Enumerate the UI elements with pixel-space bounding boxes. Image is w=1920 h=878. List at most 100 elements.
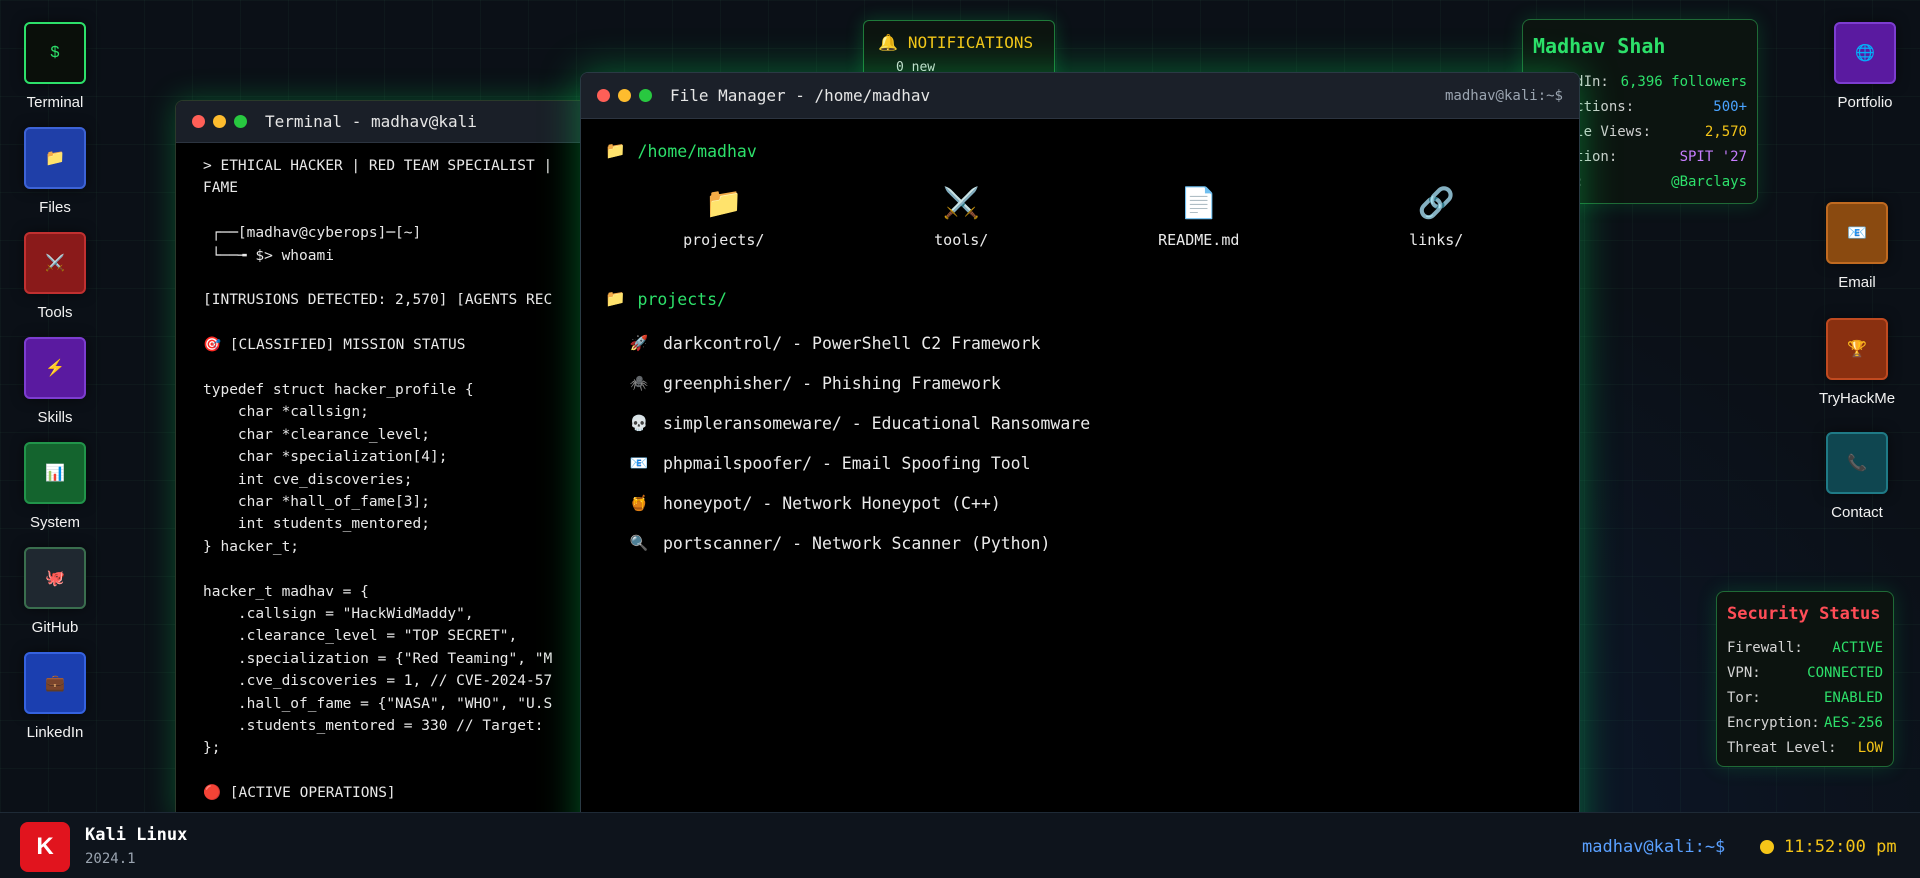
project-label: honeypot/ - Network Honeypot (C++) bbox=[663, 493, 1001, 513]
security-value: CONNECTED bbox=[1807, 665, 1883, 681]
profile-value: SPIT '27 bbox=[1679, 149, 1747, 165]
desktop-icon-github[interactable]: 🐙 GitHub bbox=[10, 547, 100, 636]
minimize-button[interactable] bbox=[618, 89, 631, 102]
profile-value: 6,396 followers bbox=[1620, 74, 1747, 90]
terminal-line: ┌──[madhav@cyberops]─[~] bbox=[203, 225, 422, 242]
file-item-label: README.md bbox=[1158, 231, 1240, 249]
desktop-icon-tools[interactable]: ⚔️ Tools bbox=[10, 232, 100, 321]
security-row: Tor: ENABLED bbox=[1727, 686, 1883, 711]
terminal-line: > ETHICAL HACKER | RED TEAM SPECIALIST | bbox=[203, 158, 553, 174]
terminal-line: 🔴 [ACTIVE OPERATIONS] bbox=[203, 785, 396, 802]
project-row[interactable]: 📧 phpmailspoofer/ - Email Spoofing Tool bbox=[605, 443, 1555, 483]
security-key: Firewall: bbox=[1727, 640, 1803, 656]
lightning-icon: ⚡ bbox=[24, 337, 86, 399]
email-icon: 📧 bbox=[629, 454, 649, 472]
terminal-line: char *clearance_level; bbox=[203, 426, 430, 443]
terminal-icon: $ bbox=[24, 22, 86, 84]
security-key: Tor: bbox=[1727, 690, 1761, 706]
project-label: portscanner/ - Network Scanner (Python) bbox=[663, 533, 1051, 553]
maximize-button[interactable] bbox=[639, 89, 652, 102]
file-item[interactable]: 🔗 links/ bbox=[1346, 183, 1526, 249]
security-value: ACTIVE bbox=[1832, 640, 1883, 656]
section-label: projects/ bbox=[637, 289, 727, 309]
github-icon: 🐙 bbox=[24, 547, 86, 609]
desktop-icon-label: Files bbox=[39, 199, 71, 216]
terminal-line: [INTRUSIONS DETECTED: 2,570] [AGENTS REC bbox=[203, 292, 553, 309]
file-item[interactable]: 📁 projects/ bbox=[634, 183, 814, 249]
security-title: Security Status bbox=[1727, 604, 1881, 624]
security-row: Encryption: AES-256 bbox=[1727, 711, 1883, 736]
desktop-icon-contact[interactable]: 📞 Contact bbox=[1812, 432, 1902, 521]
file-manager-title: File Manager - /home/madhav bbox=[670, 86, 931, 105]
terminal-line: FAME bbox=[203, 180, 238, 197]
terminal-line: .specialization = {"Red Teaming", "M bbox=[203, 650, 553, 667]
terminal-line: 🎯 [CLASSIFIED] MISSION STATUS bbox=[203, 337, 466, 354]
close-button[interactable] bbox=[192, 115, 205, 128]
terminal-titlebar[interactable]: Terminal - madhav@kali bbox=[176, 101, 594, 143]
trophy-icon: 🏆 bbox=[1826, 318, 1888, 380]
terminal-line: int students_mentored; bbox=[203, 516, 430, 533]
desktop-icon-files[interactable]: 📁 Files bbox=[10, 127, 100, 216]
terminal-window[interactable]: Terminal - madhav@kali > ETHICAL HACKER … bbox=[175, 100, 595, 820]
terminal-line: hacker_t madhav = { bbox=[203, 583, 369, 600]
taskbar: K Kali Linux 2024.1 madhav@kali:~$ 11:52… bbox=[0, 812, 1920, 878]
taskbar-prompt: madhav@kali:~$ bbox=[1582, 837, 1726, 857]
profile-value: @Barclays bbox=[1671, 174, 1747, 190]
security-value: ENABLED bbox=[1823, 690, 1883, 706]
chart-icon: 📊 bbox=[24, 442, 86, 504]
security-key: Threat Level: bbox=[1727, 740, 1837, 756]
file-item-label: tools/ bbox=[934, 231, 989, 249]
os-name: Kali Linux bbox=[85, 825, 188, 845]
section-header[interactable]: 📁 projects/ bbox=[605, 289, 1555, 309]
briefcase-icon: 💼 bbox=[24, 652, 86, 714]
desktop-icon-email[interactable]: 📧 Email bbox=[1812, 202, 1902, 291]
security-row: VPN: CONNECTED bbox=[1727, 661, 1883, 686]
desktop-icon-portfolio[interactable]: 🌐 Portfolio bbox=[1820, 22, 1910, 111]
desktop-icon-system[interactable]: 📊 System bbox=[10, 442, 100, 531]
close-button[interactable] bbox=[597, 89, 610, 102]
file-item[interactable]: 📄 README.md bbox=[1109, 183, 1289, 249]
desktop-icon-label: TryHackMe bbox=[1818, 390, 1896, 407]
project-row[interactable]: 🚀 darkcontrol/ - PowerShell C2 Framework bbox=[605, 323, 1555, 363]
project-row[interactable]: 🔍 portscanner/ - Network Scanner (Python) bbox=[605, 523, 1555, 563]
skull-icon: 💀 bbox=[629, 414, 649, 432]
desktop-icon-label: GitHub bbox=[31, 619, 79, 636]
desktop-icon-label: Terminal bbox=[26, 94, 84, 111]
terminal-line: .clearance_level = "TOP SECRET", bbox=[203, 628, 518, 645]
file-item[interactable]: ⚔️ tools/ bbox=[871, 183, 1051, 249]
desktop-icon-tryhackme[interactable]: 🏆 TryHackMe bbox=[1812, 318, 1902, 407]
folder-icon: 📁 bbox=[24, 127, 86, 189]
folder-icon: 📁 bbox=[605, 141, 626, 160]
project-row[interactable]: 🍯 honeypot/ - Network Honeypot (C++) bbox=[605, 483, 1555, 523]
desktop-icon-terminal[interactable]: $ Terminal bbox=[10, 22, 100, 111]
folder-icon: 📁 bbox=[605, 289, 626, 308]
document-icon: 📄 bbox=[1180, 186, 1218, 221]
clock-time: 11:52:00 pm bbox=[1784, 837, 1897, 857]
terminal-title: Terminal - madhav@kali bbox=[265, 112, 477, 131]
terminal-line: .cve_discoveries = 1, // CVE-2024-57 bbox=[203, 673, 553, 690]
desktop-icon-linkedin[interactable]: 💼 LinkedIn bbox=[10, 652, 100, 741]
minimize-button[interactable] bbox=[213, 115, 226, 128]
project-row[interactable]: 💀 simpleransomeware/ - Educational Ransom… bbox=[605, 403, 1555, 443]
file-manager-window[interactable]: File Manager - /home/madhav madhav@kali:… bbox=[580, 72, 1580, 867]
file-manager-titlebar[interactable]: File Manager - /home/madhav madhav@kali:… bbox=[581, 73, 1579, 119]
desktop-icon-skills[interactable]: ⚡ Skills bbox=[10, 337, 100, 426]
project-row[interactable]: 🕷️ greenphisher/ - Phishing Framework bbox=[605, 363, 1555, 403]
desktop-icon-label: LinkedIn bbox=[26, 724, 84, 741]
project-label: phpmailspoofer/ - Email Spoofing Tool bbox=[663, 453, 1031, 473]
maximize-button[interactable] bbox=[234, 115, 247, 128]
notifications-panel[interactable]: 🔔NOTIFICATIONS 0 new notifications bbox=[863, 20, 1055, 90]
spider-icon: 🕷️ bbox=[629, 374, 649, 392]
terminal-output[interactable]: > ETHICAL HACKER | RED TEAM SPECIALIST |… bbox=[176, 143, 594, 817]
current-path[interactable]: 📁 /home/madhav bbox=[605, 141, 1555, 161]
notifications-title: NOTIFICATIONS bbox=[907, 33, 1034, 52]
kali-logo-icon[interactable]: K bbox=[20, 822, 70, 872]
terminal-line: typedef struct hacker_profile { bbox=[203, 382, 474, 398]
file-grid: 📁 projects/ ⚔️ tools/ 📄 README.md 🔗 links/ bbox=[605, 183, 1555, 249]
file-manager-user: madhav@kali:~$ bbox=[1444, 87, 1563, 104]
terminal-line: └──╼ $> whoami bbox=[203, 247, 334, 264]
